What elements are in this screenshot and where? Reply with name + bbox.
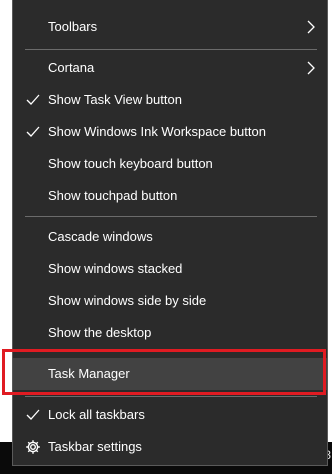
menu-item-show-desktop[interactable]: Show the desktop — [13, 317, 327, 349]
menu-item-label: Show Task View button — [48, 92, 182, 107]
menu-item-toolbars[interactable]: Toolbars — [13, 11, 327, 43]
screenshot-stage: 3 Toolbars Cortana Show Task View button — [0, 0, 332, 474]
menu-item-show-touchpad[interactable]: Show touchpad button — [13, 180, 327, 212]
menu-item-cortana[interactable]: Cortana — [13, 52, 327, 84]
chevron-right-icon — [307, 61, 315, 75]
menu-item-label: Show touch keyboard button — [48, 156, 213, 171]
taskbar-context-menu: Toolbars Cortana Show Task View button S… — [12, 0, 328, 466]
menu-item-show-touch-keyboard[interactable]: Show touch keyboard button — [13, 148, 327, 180]
menu-item-show-task-view[interactable]: Show Task View button — [13, 84, 327, 116]
menu-item-label: Cortana — [48, 60, 95, 75]
menu-separator — [25, 216, 317, 217]
chevron-right-icon — [307, 20, 315, 34]
menu-item-label: Taskbar settings — [48, 439, 142, 454]
checkmark-icon — [26, 399, 40, 431]
menu-item-label: Toolbars — [48, 19, 98, 34]
menu-item-label: Show windows stacked — [48, 261, 183, 276]
menu-item-windows-stacked[interactable]: Show windows stacked — [13, 253, 327, 285]
checkmark-icon — [26, 84, 40, 116]
menu-item-taskbar-settings[interactable]: Taskbar settings — [13, 431, 327, 463]
menu-item-cascade-windows[interactable]: Cascade windows — [13, 221, 327, 253]
menu-item-label: Show the desktop — [48, 325, 152, 340]
menu-item-show-ink-workspace[interactable]: Show Windows Ink Workspace button — [13, 116, 327, 148]
gear-icon — [25, 439, 41, 455]
menu-item-label: Show touchpad button — [48, 188, 178, 203]
menu-separator — [25, 49, 317, 50]
menu-separator — [25, 396, 317, 397]
checkmark-icon — [26, 116, 40, 148]
menu-item-label: Task Manager — [48, 366, 130, 381]
menu-item-windows-side-by-side[interactable]: Show windows side by side — [13, 285, 327, 317]
menu-item-label: Lock all taskbars — [48, 407, 145, 422]
menu-item-label: Show Windows Ink Workspace button — [48, 124, 266, 139]
menu-item-label: Cascade windows — [48, 229, 153, 244]
menu-item-task-manager[interactable]: Task Manager — [13, 358, 327, 390]
menu-item-lock-taskbars[interactable]: Lock all taskbars — [13, 399, 327, 431]
menu-item-label: Show windows side by side — [48, 293, 207, 308]
